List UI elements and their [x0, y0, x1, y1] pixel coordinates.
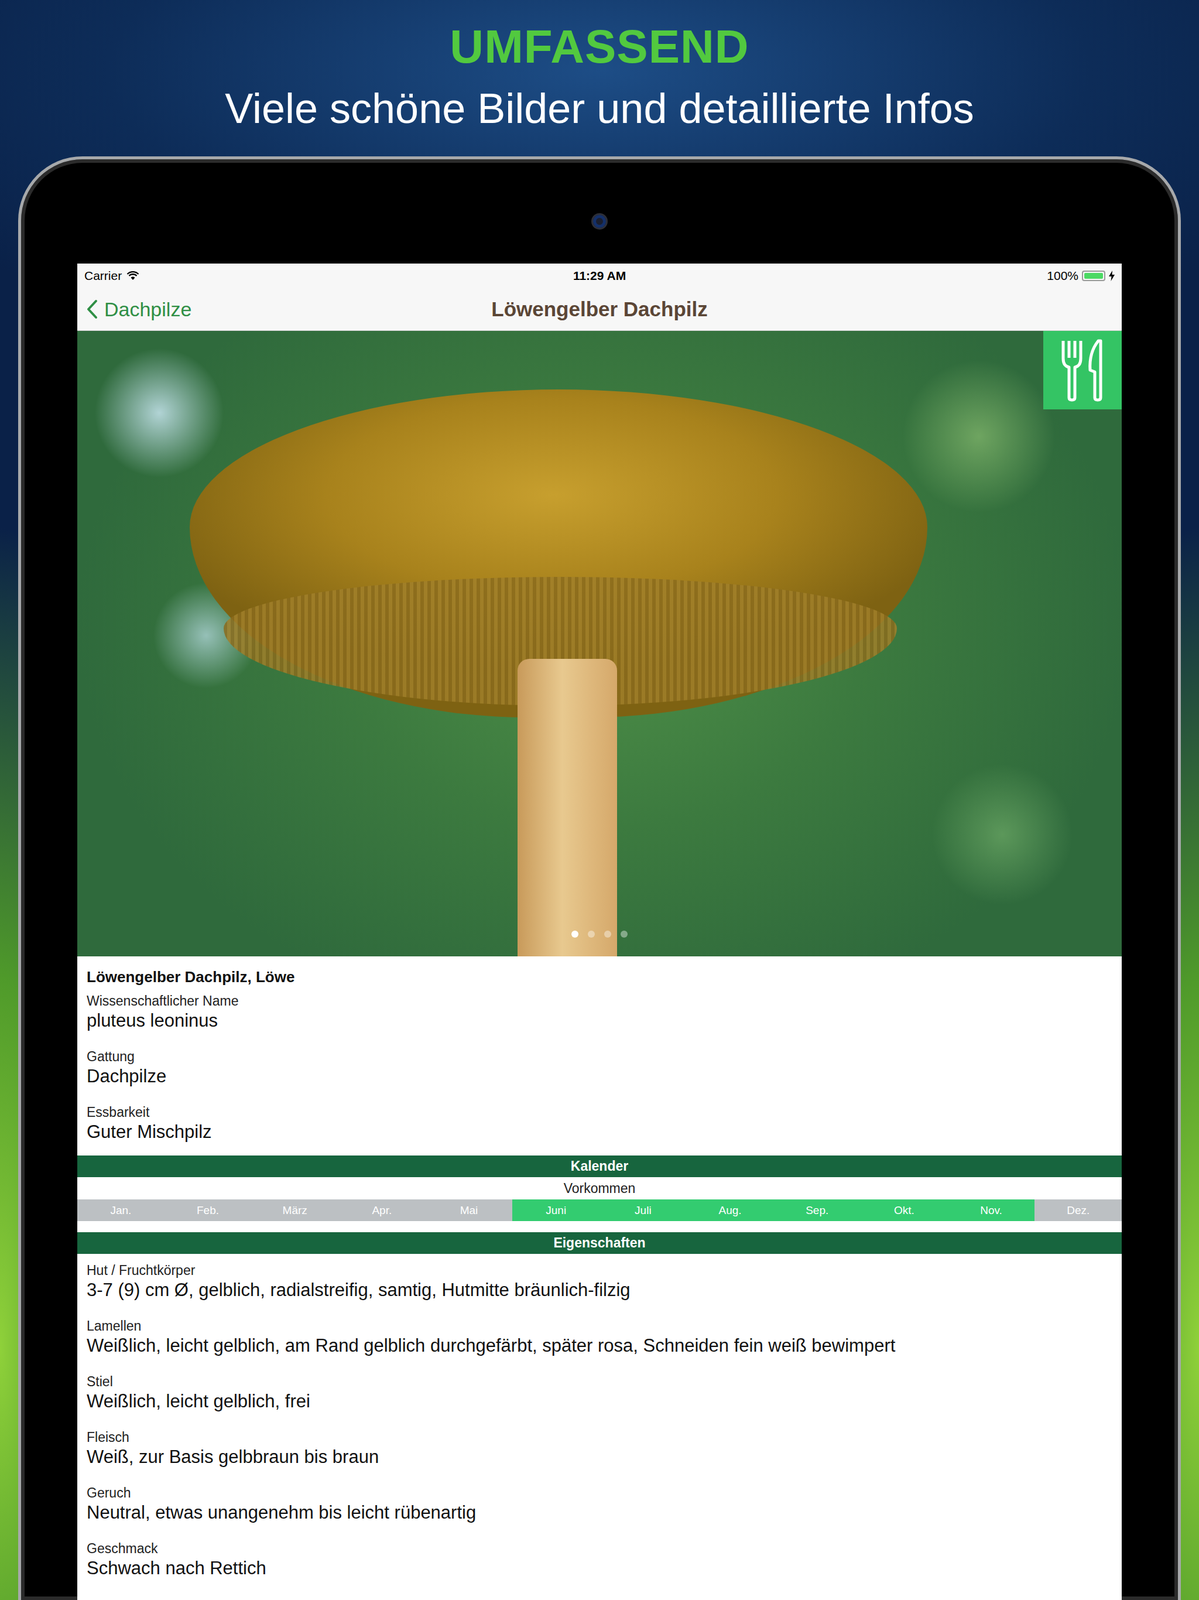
- status-right: 100%: [625, 268, 1115, 283]
- properties-title: Eigenschaften: [553, 1234, 646, 1251]
- back-chevron-icon: [86, 299, 99, 320]
- month-strip: Jan. Feb. März Apr. Mai Juni Juli Aug. Sep. Okt. N…: [77, 1199, 1122, 1221]
- month-label: Apr.: [371, 1203, 392, 1217]
- month-cell: Juni: [512, 1199, 600, 1221]
- properties-header: Eigenschaften: [77, 1231, 1122, 1254]
- month-label: März: [282, 1203, 308, 1217]
- promo-header: UMFASSENDViele schöne Bilder und detaill…: [0, 0, 1199, 135]
- month-cell: Dez.: [1034, 1199, 1122, 1221]
- app-store-page: UMFASSENDViele schöne Bilder und detaill…: [0, 0, 1199, 1600]
- nav-title: Löwengelber Dachpilz: [77, 297, 1122, 321]
- calendar-header: Kalender: [77, 1155, 1122, 1177]
- page-indicator: [77, 930, 1122, 938]
- status-bar: Carrier 11:29 AM 100%: [77, 263, 1122, 289]
- field-value: pluteus leoninus: [86, 1008, 1113, 1033]
- battery-icon: [1081, 270, 1106, 282]
- bezel-top: [77, 159, 1122, 264]
- field-label: Lamellen: [86, 1317, 1113, 1334]
- field-value: Weißlich, leicht gelblich, am Rand gelbl…: [86, 1333, 1113, 1358]
- back-button[interactable]: Dachpilze: [86, 297, 192, 321]
- carrier-label: Carrier: [84, 268, 122, 283]
- detail-field: StielWeißlich, leicht gelblich, frei: [86, 1372, 1113, 1413]
- page-dot[interactable]: [571, 930, 579, 938]
- field-value: Weißlich, leicht gelblich, frei: [86, 1389, 1113, 1413]
- month-label: Aug.: [718, 1203, 742, 1217]
- promo-title: UMFASSEND: [449, 17, 749, 77]
- tablet-frame: Carrier11:29 AM100%DachpilzeLöwengelber …: [18, 156, 1181, 1600]
- fork-knife-icon: [1056, 337, 1109, 403]
- status-time: 11:29 AM: [573, 268, 626, 283]
- battery-percent: 100%: [1046, 268, 1079, 283]
- wifi-icon: [126, 271, 140, 281]
- mushroom-stem: [517, 658, 618, 957]
- detail-field: GattungDachpilze: [86, 1047, 1113, 1088]
- species-name: Löwengelber Dachpilz, Löwe: [86, 966, 1113, 987]
- month-cell: Apr.: [338, 1199, 426, 1221]
- month-cell: Feb.: [164, 1199, 252, 1221]
- detail-field: GeschmackSchwach nach Rettich: [86, 1539, 1113, 1580]
- detail-field: EssbarkeitGuter Mischpilz: [86, 1103, 1113, 1144]
- field-label: Geschmack: [86, 1539, 1113, 1557]
- back-label[interactable]: Dachpilze: [104, 297, 192, 321]
- page-dot[interactable]: [620, 930, 628, 938]
- field-value: Weiß, zur Basis gelbbraun bis braun: [86, 1444, 1113, 1469]
- month-label: Mai: [460, 1203, 479, 1217]
- month-label: Okt.: [893, 1203, 915, 1217]
- month-label: Sep.: [805, 1203, 829, 1217]
- month-label: Juli: [634, 1203, 652, 1217]
- field-value: 3-7 (9) cm Ø, gelblich, radialstreifig, …: [86, 1278, 1113, 1302]
- field-value: Neutral, etwas unangenehm bis leicht rüb…: [86, 1500, 1113, 1524]
- field-value: Dachpilze: [86, 1064, 1113, 1088]
- field-value: Schwach nach Rettich: [86, 1556, 1113, 1580]
- promo-subtitle: Viele schöne Bilder und detaillierte Inf…: [224, 81, 974, 135]
- field-label: Hut / Fruchtkörper: [86, 1261, 1113, 1279]
- field-label: Geruch: [86, 1484, 1113, 1501]
- detail-field: Hut / Fruchtkörper3-7 (9) cm Ø, gelblich…: [86, 1261, 1113, 1302]
- detail-field: Wissenschaftlicher Namepluteus leoninus: [86, 992, 1113, 1033]
- field-label: Gattung: [86, 1047, 1113, 1065]
- month-cell: Nov.: [947, 1199, 1036, 1221]
- field-value: Guter Mischpilz: [86, 1119, 1113, 1144]
- field-label: Fleisch: [86, 1428, 1113, 1445]
- month-cell: März: [251, 1199, 339, 1221]
- field-label: Stiel: [86, 1372, 1113, 1390]
- month-label: Dez.: [1066, 1203, 1090, 1217]
- detail-field: FleischWeiß, zur Basis gelbbraun bis bra…: [86, 1428, 1113, 1469]
- field-label: Essbarkeit: [86, 1103, 1113, 1120]
- month-label: Feb.: [196, 1203, 219, 1217]
- mushroom-photo[interactable]: [77, 330, 1122, 957]
- page-dot[interactable]: [587, 930, 595, 938]
- properties-list: Hut / Fruchtkörper3-7 (9) cm Ø, gelblich…: [77, 1253, 1122, 1596]
- month-label: Nov.: [980, 1203, 1003, 1217]
- month-cell: Jan.: [77, 1199, 165, 1221]
- info-section: Löwengelber Dachpilz, Löwe Wissenschaftli…: [77, 956, 1122, 1156]
- month-cell: Juli: [599, 1199, 687, 1221]
- charging-icon: [1108, 270, 1115, 282]
- battery-fill: [1084, 272, 1103, 279]
- page-dot[interactable]: [604, 930, 612, 938]
- detail-field: LamellenWeißlich, leicht gelblich, am Ra…: [86, 1317, 1113, 1358]
- month-label: Juni: [545, 1203, 567, 1217]
- tablet-screen: Carrier11:29 AM100%DachpilzeLöwengelber …: [77, 263, 1122, 1600]
- status-left: Carrier: [84, 268, 574, 283]
- month-cell: Sep.: [773, 1199, 861, 1221]
- month-cell: Mai: [425, 1199, 513, 1221]
- month-cell: Aug.: [686, 1199, 774, 1221]
- navigation-bar: DachpilzeLöwengelber Dachpilz: [77, 288, 1122, 331]
- detail-field: GeruchNeutral, etwas unangenehm bis leic…: [86, 1484, 1113, 1524]
- month-cell: Okt.: [860, 1199, 948, 1221]
- month-label: Jan.: [110, 1203, 132, 1217]
- edible-badge: [1043, 330, 1122, 410]
- camera-icon: [591, 213, 608, 230]
- occurrence-label: Vorkommen: [77, 1176, 1122, 1199]
- field-label: Wissenschaftlicher Name: [86, 992, 1113, 1009]
- calendar-title: Kalender: [570, 1158, 629, 1174]
